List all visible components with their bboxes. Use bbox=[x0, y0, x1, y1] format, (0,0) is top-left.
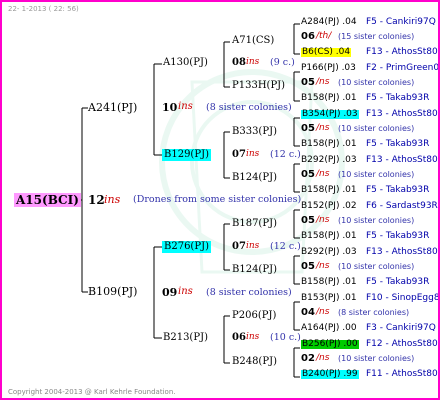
gen2-node[interactable]: B129(PJ) bbox=[162, 149, 211, 161]
gen1-node[interactable]: B109(PJ) bbox=[88, 286, 137, 297]
gen4-ins: /ns bbox=[316, 307, 330, 317]
gen4-origin: F5 - Takab93R bbox=[366, 277, 430, 287]
gen4-node[interactable]: B292(PJ) .03 bbox=[301, 156, 357, 165]
gen1-note: (8 sister colonies) bbox=[206, 102, 292, 113]
gen4-note: (8 sister colonies) bbox=[338, 308, 410, 317]
gen4-origin: F11 - AthosSt80R bbox=[366, 369, 440, 379]
gen2-ins: ins bbox=[246, 241, 260, 251]
gen4-node[interactable]: B158(PJ) .01 bbox=[301, 94, 357, 103]
gen1-note: (8 sister colonies) bbox=[206, 287, 292, 298]
gen4-ins: /ns bbox=[316, 169, 330, 179]
gen2-ins: ins bbox=[246, 332, 260, 342]
gen4-note: (10 sister colonies) bbox=[338, 170, 415, 179]
gen2-year: 08 bbox=[232, 57, 246, 68]
gen4-node[interactable]: A284(PJ) .04 bbox=[301, 18, 357, 27]
gen4-ins: /ns bbox=[316, 261, 330, 271]
gen4-ins: /ns bbox=[316, 215, 330, 225]
root-year: 12 bbox=[88, 193, 105, 207]
gen1-ins: ins bbox=[178, 101, 193, 112]
gen4-origin: F13 - AthosSt80R bbox=[366, 247, 440, 257]
gen2-note: (10 c.) bbox=[270, 332, 301, 343]
gen4-node[interactable]: B158(PJ) .01 bbox=[301, 140, 357, 149]
gen4-node[interactable]: B158(PJ) .01 bbox=[301, 278, 357, 287]
gen1-node[interactable]: A241(PJ) bbox=[88, 102, 137, 113]
gen4-origin: F5 - Cankiri97Q bbox=[366, 17, 436, 27]
gen4-origin: F3 - Cankiri97Q bbox=[366, 323, 436, 333]
root-note: (Drones from some sister colonies) bbox=[133, 194, 302, 205]
gen4-origin: F5 - Takab93R bbox=[366, 93, 430, 103]
gen4-node[interactable]: B292(PJ) .03 bbox=[301, 248, 357, 257]
gen4-node[interactable]: B158(PJ) .01 bbox=[301, 232, 357, 241]
gen4-year: 02 bbox=[301, 353, 315, 364]
gen4-origin: F5 - Takab93R bbox=[366, 185, 430, 195]
pedigree-panel: 22- 1-2013 ( 22: 56) A15(BCI) 12 ins (Dr… bbox=[0, 0, 440, 400]
gen2-note: (9 c.) bbox=[270, 57, 295, 68]
gen4-ins: /th/ bbox=[316, 31, 332, 41]
gen4-note: (10 sister colonies) bbox=[338, 78, 415, 87]
gen4-note: (10 sister colonies) bbox=[338, 354, 415, 363]
gen4-node[interactable]: B158(PJ) .01 bbox=[301, 186, 357, 195]
gen2-node[interactable]: A130(PJ) bbox=[163, 58, 208, 68]
gen4-note: (10 sister colonies) bbox=[338, 216, 415, 225]
gen1-year: 09 bbox=[162, 286, 178, 299]
gen2-year: 07 bbox=[232, 149, 246, 160]
gen4-year: 05 bbox=[301, 77, 315, 88]
gen4-node[interactable]: B354(PJ) .03 bbox=[301, 110, 359, 119]
gen3-node[interactable]: B248(PJ) bbox=[232, 357, 277, 367]
gen4-note: (15 sister colonies) bbox=[338, 32, 415, 41]
gen2-year: 07 bbox=[232, 241, 246, 252]
gen4-origin: F12 - AthosSt80R bbox=[366, 339, 440, 349]
gen3-node[interactable]: B187(PJ) bbox=[232, 219, 277, 229]
gen4-ins: /ns bbox=[316, 123, 330, 133]
gen4-year: 05 bbox=[301, 123, 315, 134]
gen3-node[interactable]: P206(PJ) bbox=[232, 311, 276, 321]
gen4-origin: F5 - Takab93R bbox=[366, 139, 430, 149]
gen4-node[interactable]: A164(PJ) .00 bbox=[301, 324, 357, 333]
gen2-ins: ins bbox=[246, 57, 260, 67]
gen2-ins: ins bbox=[246, 149, 260, 159]
gen2-note: (12 c.) bbox=[270, 149, 301, 160]
gen3-node[interactable]: B124(PJ) bbox=[232, 265, 277, 275]
gen4-ins: /ns bbox=[316, 353, 330, 363]
gen3-node[interactable]: B124(PJ) bbox=[232, 173, 277, 183]
gen4-note: (10 sister colonies) bbox=[338, 262, 415, 271]
gen4-node[interactable]: B240(PJ) .99 bbox=[301, 370, 359, 379]
gen1-ins: ins bbox=[178, 286, 193, 297]
gen4-year: 04 bbox=[301, 307, 315, 318]
gen4-year: 05 bbox=[301, 261, 315, 272]
gen2-note: (12 c.) bbox=[270, 241, 301, 252]
root-ins: ins bbox=[104, 193, 121, 206]
gen4-node[interactable]: B153(PJ) .01 bbox=[301, 294, 357, 303]
gen4-year: 05 bbox=[301, 215, 315, 226]
gen2-node[interactable]: B213(PJ) bbox=[163, 333, 208, 343]
gen2-year: 06 bbox=[232, 332, 246, 343]
gen3-node[interactable]: A71(CS) bbox=[232, 36, 274, 46]
gen1-year: 10 bbox=[162, 101, 178, 114]
gen4-note: (10 sister colonies) bbox=[338, 124, 415, 133]
gen2-node[interactable]: B276(PJ) bbox=[162, 241, 211, 253]
gen4-node[interactable]: B256(PJ) .00 bbox=[301, 340, 359, 349]
gen4-node[interactable]: B6(CS) .04 bbox=[301, 48, 352, 57]
gen4-origin: F5 - Takab93R bbox=[366, 231, 430, 241]
gen4-origin: F13 - AthosSt80R bbox=[366, 155, 440, 165]
gen4-ins: /ns bbox=[316, 77, 330, 87]
gen4-node[interactable]: P166(PJ) .03 bbox=[301, 64, 356, 73]
copyright: Copyright 2004-2013 @ Karl Kehrle Founda… bbox=[8, 388, 176, 396]
gen4-year: 06 bbox=[301, 31, 315, 42]
gen4-origin: F13 - AthosSt80R bbox=[366, 109, 440, 119]
gen4-origin: F13 - AthosSt80R bbox=[366, 47, 440, 57]
gen3-node[interactable]: B333(PJ) bbox=[232, 127, 277, 137]
gen4-node[interactable]: B152(PJ) .02 bbox=[301, 202, 357, 211]
gen4-origin: F2 - PrimGreen00 bbox=[366, 63, 440, 73]
gen4-year: 05 bbox=[301, 169, 315, 180]
gen4-origin: F10 - SinopEgg86R bbox=[366, 293, 440, 303]
gen4-origin: F6 - Sardast93R bbox=[366, 201, 438, 211]
gen3-node[interactable]: P133H(PJ) bbox=[232, 81, 285, 91]
root-queen[interactable]: A15(BCI) bbox=[14, 193, 81, 207]
